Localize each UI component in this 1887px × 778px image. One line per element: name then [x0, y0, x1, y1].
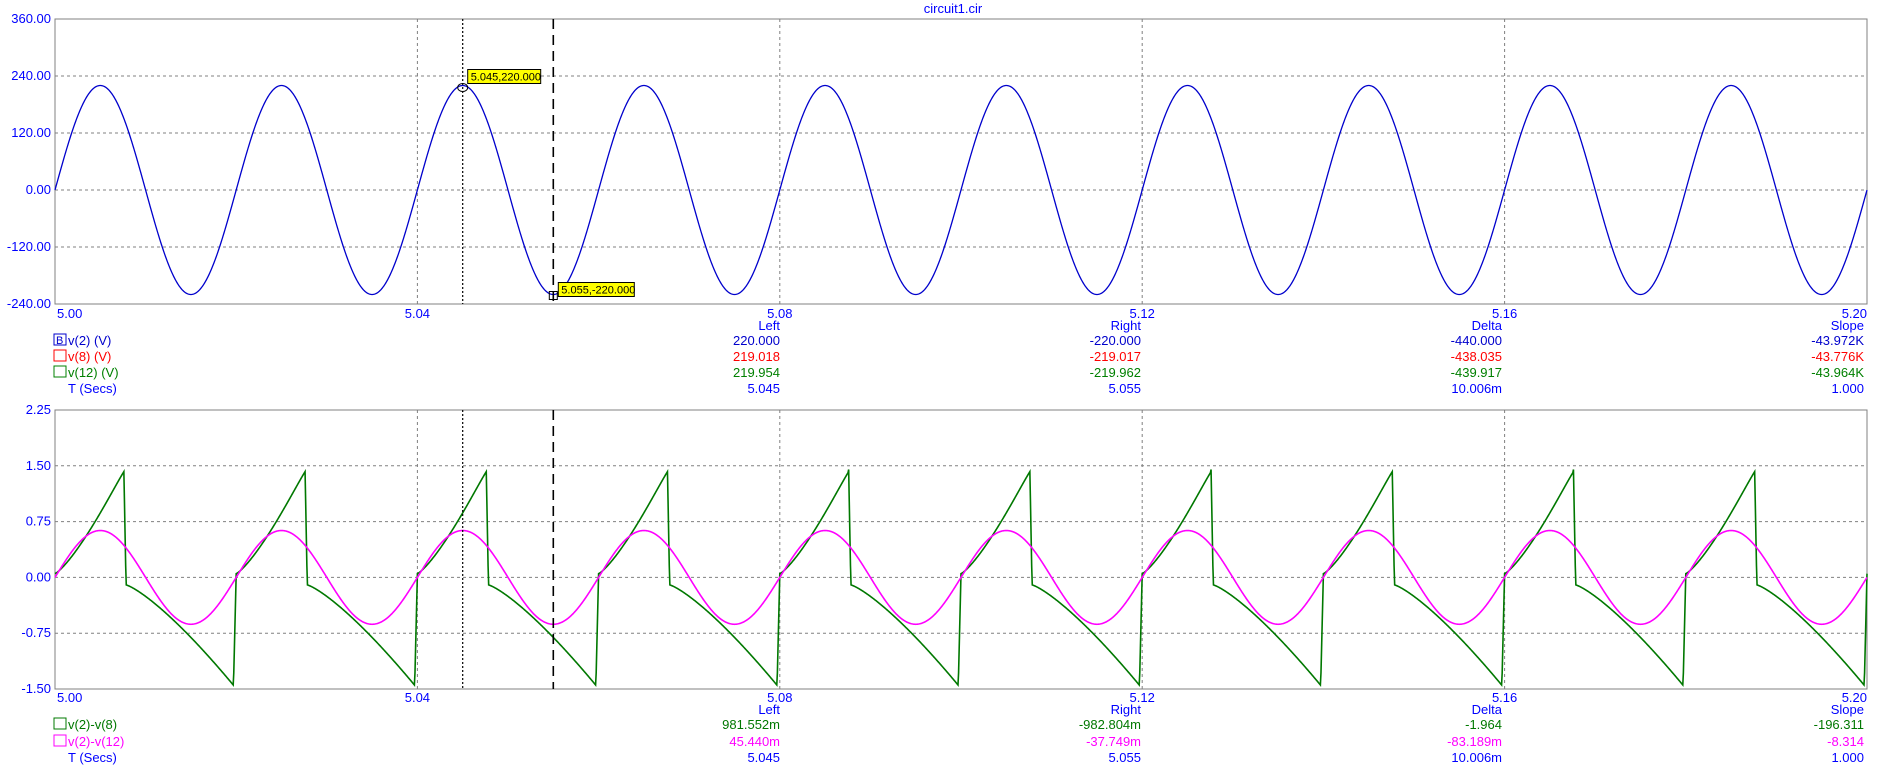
series-visibility-toggle[interactable] — [53, 349, 67, 362]
bottom-plot[interactable]: 2.251.500.750.00-0.75-1.505.00 5.04 5.08 5.… — [21, 402, 1868, 765]
cursor-value-delta: -1.964 — [1465, 717, 1502, 732]
cursor-value-slope: -43.776K — [1811, 349, 1864, 364]
cursor-value-right: -37.749m — [1086, 734, 1141, 749]
x-tick-label: 5.00 — [57, 306, 82, 321]
plot-frame — [54, 409, 1868, 690]
series-name: v(2)-v(12) — [68, 734, 124, 749]
y-tick-label: 120.00 — [11, 125, 51, 140]
selected-series-marker: B — [56, 335, 63, 347]
cursor-value-left: 220.000 — [733, 333, 780, 348]
y-tick-label: 0.00 — [26, 182, 51, 197]
series-name: v(12) (V) — [68, 365, 119, 380]
cursor-value-slope: -196.311 — [1814, 717, 1864, 732]
y-tick-label: 2.25 — [26, 402, 51, 417]
column-header-left: Left — [758, 318, 780, 333]
column-header-slope: Slope — [1831, 702, 1864, 717]
cursor-value-delta: -83.189m — [1447, 734, 1502, 749]
cursor-value-right: -219.962 — [1090, 365, 1141, 380]
cursor-value-left: 5.045 — [747, 381, 780, 396]
cursor-value-left: 219.018 — [733, 349, 780, 364]
cursor-value-delta: 10.006m — [1451, 750, 1502, 765]
plot-frame — [54, 18, 1868, 305]
column-header-left: Left — [758, 702, 780, 717]
column-header-right: Right — [1111, 318, 1142, 333]
cursor-value-slope: -43.964K — [1811, 365, 1864, 380]
cursor-value-delta: -439.917 — [1451, 365, 1502, 380]
cursor-value-delta: -438.035 — [1451, 349, 1502, 364]
cursor-value-right: 5.055 — [1108, 750, 1141, 765]
cursor-value-right: -220.000 — [1090, 333, 1141, 348]
y-tick-label: 240.00 — [11, 68, 51, 83]
window-title: circuit1.cir — [924, 1, 983, 16]
y-tick-label: -120.00 — [7, 239, 51, 254]
series-curve — [54, 529, 1868, 626]
cursor-value-delta: 10.006m — [1451, 381, 1502, 396]
series-visibility-toggle[interactable] — [53, 734, 67, 747]
y-tick-label: 1.50 — [26, 458, 51, 473]
x-tick-label: 5.04 — [405, 306, 430, 321]
column-header-right: Right — [1111, 702, 1142, 717]
cursor-value-right: 5.055 — [1108, 381, 1141, 396]
series-name: v(2)-v(8) — [68, 717, 117, 732]
y-tick-label: -1.50 — [21, 681, 51, 696]
cursor-value-delta: -440.000 — [1451, 333, 1502, 348]
series-visibility-toggle[interactable] — [53, 717, 67, 730]
y-tick-label: -0.75 — [21, 625, 51, 640]
series-visibility-toggle[interactable] — [53, 365, 67, 378]
cursor-value-left: 981.552m — [722, 717, 780, 732]
column-header-delta: Delta — [1472, 702, 1503, 717]
cursor-value-slope: -43.972K — [1811, 333, 1864, 348]
cursor-value-tag-text: 5.045,220.000 — [471, 72, 541, 84]
cursor-value-left: 5.045 — [747, 750, 780, 765]
x-variable-name: T (Secs) — [68, 381, 117, 396]
column-header-slope: Slope — [1831, 318, 1864, 333]
x-tick-label: 5.00 — [57, 690, 82, 705]
cursor-value-left: 45.440m — [729, 734, 780, 749]
cursor-value-slope: -8.314 — [1827, 734, 1864, 749]
oscilloscope-view: circuit1.cir 360.00 240.00 120.00 0.00 -120.… — [7, 1, 1868, 765]
x-variable-name: T (Secs) — [68, 750, 117, 765]
cursor-value-slope: 1.000 — [1831, 750, 1864, 765]
series-name: v(2) (V) — [68, 333, 111, 348]
y-tick-label: 360.00 — [11, 11, 51, 26]
y-tick-label: 0.75 — [26, 514, 51, 529]
top-plot[interactable]: 360.00 240.00 120.00 0.00 -120.00 -240.00 5.00… — [7, 11, 1868, 396]
y-tick-label: 0.00 — [26, 569, 51, 584]
cursor-value-right: -982.804m — [1079, 717, 1141, 732]
cursor-value-right: -219.017 — [1090, 349, 1141, 364]
series-name: v(8) (V) — [68, 349, 111, 364]
cursor-value-left: 219.954 — [733, 365, 780, 380]
cursor-value-slope: 1.000 — [1831, 381, 1864, 396]
x-tick-label: 5.04 — [405, 690, 430, 705]
cursor-value-tag-text: 5.055,-220.000 — [561, 285, 635, 297]
series-curve — [54, 84, 1868, 296]
column-header-delta: Delta — [1472, 318, 1503, 333]
y-tick-label: -240.00 — [7, 296, 51, 311]
